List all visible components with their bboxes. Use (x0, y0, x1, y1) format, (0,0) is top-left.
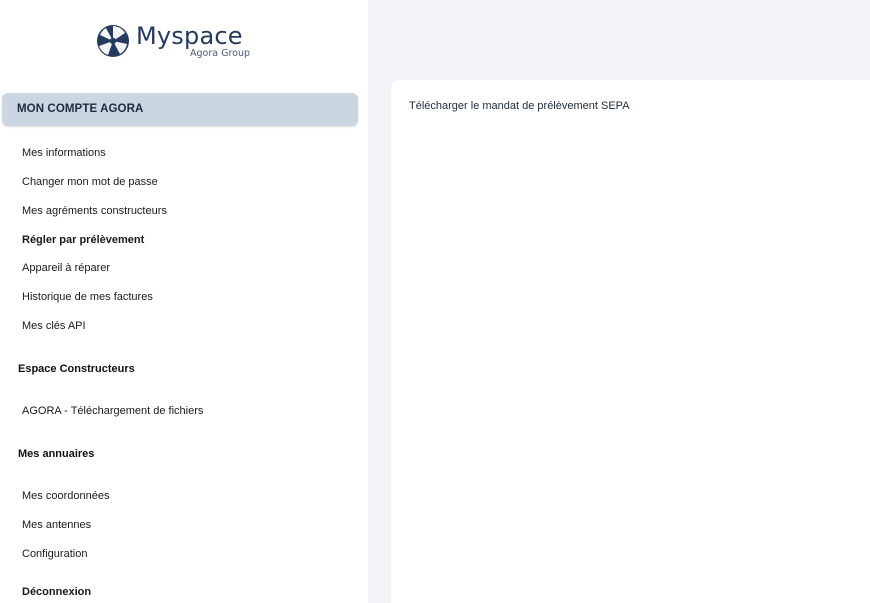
nav-appareil-a-reparer[interactable]: Appareil à réparer (22, 261, 110, 275)
sepa-mandate-download-link[interactable]: Télécharger le mandat de prélèvement SEP… (409, 99, 630, 113)
nav-configuration[interactable]: Configuration (22, 547, 87, 561)
brand-name: Myspace (136, 22, 243, 50)
nav-historique-factures[interactable]: Historique de mes factures (22, 290, 153, 304)
logout-link[interactable]: Déconnexion (22, 585, 91, 599)
aperture-icon (97, 25, 129, 57)
nav-mes-agrements-constructeurs[interactable]: Mes agréments constructeurs (22, 204, 167, 218)
section-mes-annuaires[interactable]: Mes annuaires (18, 447, 94, 461)
nav-changer-mot-de-passe[interactable]: Changer mon mot de passe (22, 175, 158, 189)
nav-regler-par-prelevement[interactable]: Régler par prélèvement (22, 233, 144, 247)
section-mon-compte-agora-label: MON COMPTE AGORA (17, 103, 144, 115)
nav-mes-coordonnees[interactable]: Mes coordonnées (22, 489, 109, 503)
section-espace-constructeurs[interactable]: Espace Constructeurs (18, 362, 135, 376)
section-mon-compte-agora[interactable]: MON COMPTE AGORA (2, 93, 358, 126)
nav-mes-informations[interactable]: Mes informations (22, 146, 106, 160)
main-content-card: Télécharger le mandat de prélèvement SEP… (391, 80, 870, 603)
nav-agora-telechargement[interactable]: AGORA - Téléchargement de fichiers (22, 404, 203, 418)
brand-subtitle: Agora Group (190, 48, 251, 59)
nav-mes-cles-api[interactable]: Mes clés API (22, 319, 86, 333)
nav-mes-antennes[interactable]: Mes antennes (22, 518, 91, 532)
sidebar: Myspace Agora Group MON COMPTE AGORA Mes… (0, 0, 368, 603)
brand-logo[interactable]: Myspace Agora Group (96, 22, 256, 62)
